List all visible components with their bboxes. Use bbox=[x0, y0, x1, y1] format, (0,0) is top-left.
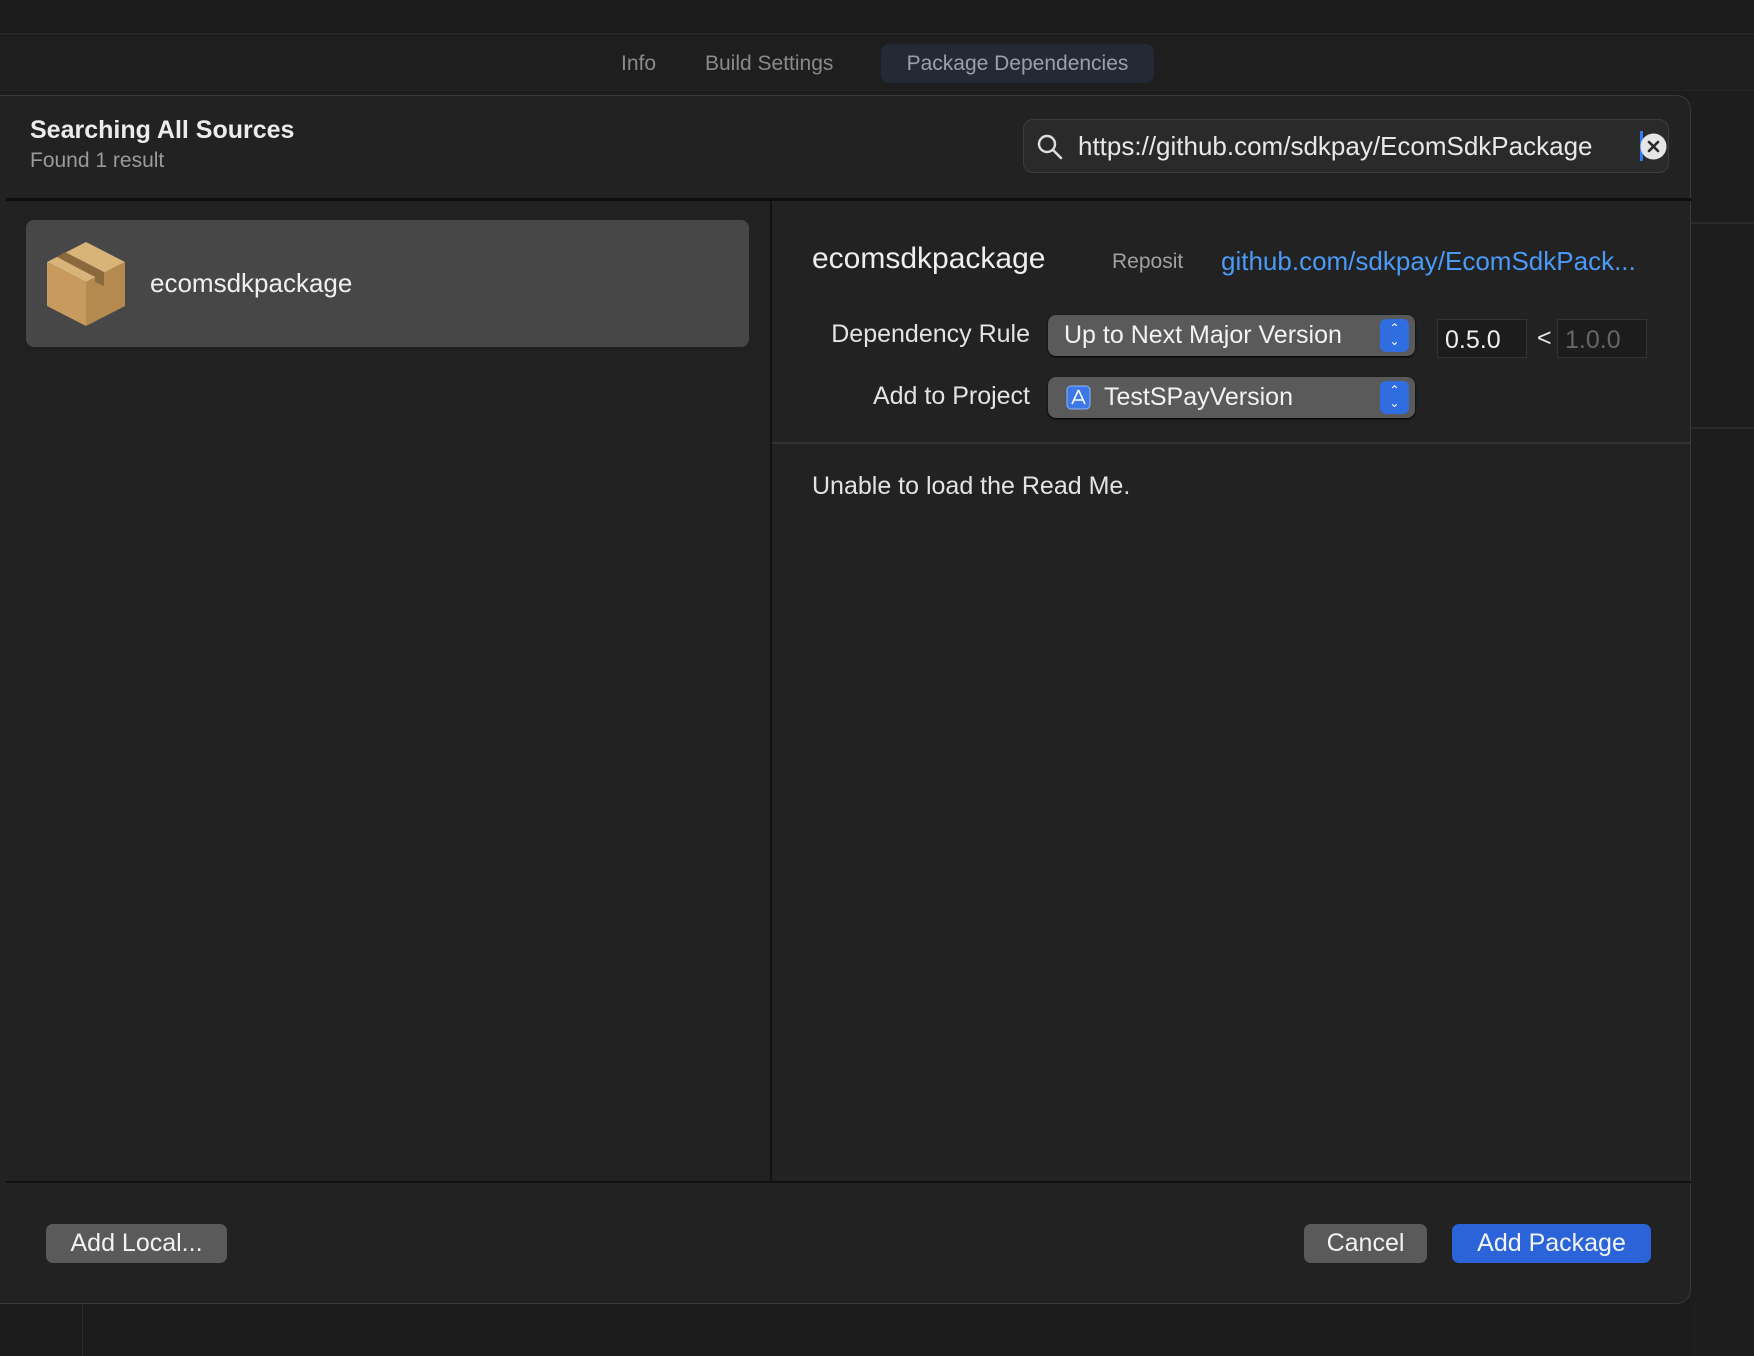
split-divider[interactable] bbox=[770, 200, 772, 1183]
version-min-field[interactable]: 0.5.0 bbox=[1437, 319, 1527, 358]
package-box-icon bbox=[47, 242, 125, 326]
divider bbox=[82, 1304, 83, 1356]
tab-info[interactable]: Info bbox=[607, 44, 670, 83]
app-project-icon bbox=[1066, 385, 1091, 410]
repository-link[interactable]: github.com/sdkpay/EcomSdkPack... bbox=[1221, 246, 1636, 277]
result-count: Found 1 result bbox=[30, 149, 165, 172]
add-to-project-popup[interactable]: TestSPayVersion ⌃ ⌄ bbox=[1048, 377, 1415, 418]
dependency-rule-popup[interactable]: Up to Next Major Version ⌃ ⌄ bbox=[1048, 315, 1415, 356]
readme-message: Unable to load the Read Me. bbox=[812, 472, 1131, 500]
clear-circle-icon[interactable] bbox=[1640, 133, 1667, 160]
version-max-field[interactable]: 1.0.0 bbox=[1557, 319, 1647, 358]
version-separator: < bbox=[1537, 324, 1552, 352]
tab-package-dependencies[interactable]: Package Dependencies bbox=[881, 44, 1154, 83]
divider bbox=[6, 1181, 1691, 1183]
repository-label: Reposit bbox=[1112, 250, 1184, 273]
add-local-button[interactable]: Add Local... bbox=[46, 1224, 227, 1263]
window-toolbar bbox=[0, 0, 1754, 35]
search-input[interactable] bbox=[1078, 128, 1614, 164]
editor-tab-bar bbox=[0, 37, 1754, 91]
chevron-up-down-icon: ⌃ ⌄ bbox=[1380, 381, 1409, 414]
add-to-project-label: Add to Project bbox=[872, 382, 1030, 410]
search-field[interactable] bbox=[1023, 119, 1669, 173]
package-name: ecomsdkpackage bbox=[150, 268, 353, 298]
chevron-up-down-icon: ⌃ ⌄ bbox=[1380, 319, 1409, 352]
add-package-button[interactable]: Add Package bbox=[1452, 1224, 1651, 1263]
cancel-button[interactable]: Cancel bbox=[1304, 1224, 1427, 1263]
divider bbox=[772, 442, 1690, 444]
background-editor bbox=[1690, 91, 1754, 1356]
magnifying-glass-icon bbox=[1037, 134, 1063, 160]
divider bbox=[1690, 427, 1754, 429]
dependency-rule-value: Up to Next Major Version bbox=[1064, 321, 1342, 349]
results-list bbox=[6, 201, 770, 1182]
divider bbox=[1690, 222, 1754, 224]
sheet-title: Searching All Sources bbox=[30, 116, 295, 144]
project-value: TestSPayVersion bbox=[1104, 383, 1293, 411]
dependency-rule-label: Dependency Rule bbox=[831, 320, 1030, 348]
list-item-package[interactable] bbox=[26, 220, 749, 347]
detail-package-name: ecomsdkpackage bbox=[812, 242, 1046, 275]
tab-build-settings[interactable]: Build Settings bbox=[691, 44, 847, 83]
